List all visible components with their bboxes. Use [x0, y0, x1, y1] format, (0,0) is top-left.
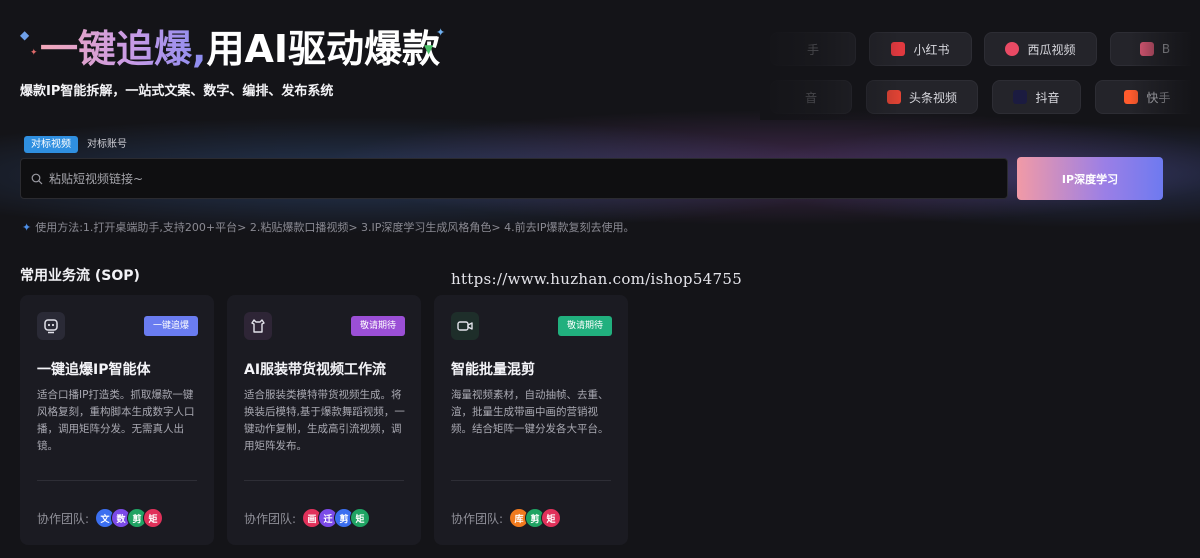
shirt-icon: [244, 312, 272, 340]
card-badge[interactable]: 敬请期待: [557, 316, 612, 336]
platform-label: 西瓜视频: [1027, 42, 1076, 57]
sparkle-icon: ✦: [22, 220, 32, 234]
hero-title-gradient: 一键追爆,: [40, 27, 207, 71]
tab-benchmark-video[interactable]: 对标视频: [24, 136, 78, 153]
team-label: 协作团队:: [244, 511, 297, 526]
team-row: 协作团队: 文 数 剪 矩: [37, 508, 164, 528]
platform-label: 头条视频: [908, 90, 957, 105]
platform-chip-xigua[interactable]: 西瓜视频: [984, 32, 1097, 66]
hero-title-white: 用AI驱动爆款: [206, 27, 440, 71]
platform-chip-douyin[interactable]: 抖音: [992, 80, 1081, 114]
card-divider: [37, 480, 197, 481]
ip-deep-learn-button[interactable]: IP深度学习: [1017, 157, 1163, 200]
badge-icon: ▼: [424, 42, 434, 56]
card-description: 适合服装类模特带货视频生成。将换装后模特,基于爆款舞蹈视频，一键动作复制，生成高…: [244, 389, 405, 452]
card-divider: [244, 480, 404, 481]
platform-fade-left: [760, 25, 900, 120]
sparkle-icon: ✦: [30, 48, 38, 58]
search-icon: [31, 173, 43, 184]
tag-icon: ◆: [20, 28, 30, 42]
team-label: 协作团队:: [37, 511, 90, 526]
team-label: 协作团队:: [451, 511, 504, 526]
card-title: 智能批量混剪: [451, 362, 535, 378]
team-row: 协作团队: 库 剪 矩: [451, 508, 562, 528]
team-row: 协作团队: 画 迁 剪 矩: [244, 508, 371, 528]
platform-label: 小红书: [913, 42, 950, 57]
team-avatar: 矩: [143, 508, 164, 528]
xigua-icon: [1005, 42, 1020, 56]
section-title: 常用业务流 (SOP): [20, 268, 140, 284]
platform-fade-right: [1130, 25, 1200, 120]
team-avatar: 矩: [541, 508, 562, 528]
search-box[interactable]: [20, 158, 1008, 199]
card-badge[interactable]: 敬请期待: [350, 316, 405, 336]
usage-hint: ✦ 使用方法:1.打开桌端助手,支持200+平台> 2.粘贴爆款口播视频> 3.…: [22, 219, 635, 235]
video-camera-icon: [451, 312, 479, 340]
card-title: AI服装带货视频工作流: [244, 362, 387, 378]
card-description: 适合口播IP打造类。抓取爆款一键风格复刻，重构脚本生成数字人口播，调用矩阵分发。…: [37, 389, 195, 452]
team-avatar: 矩: [350, 508, 371, 528]
tab-benchmark-account[interactable]: 对标账号: [80, 136, 134, 153]
link-input[interactable]: [49, 171, 949, 186]
card-description: 海量视频素材，自动抽帧、去重、渲，批量生成带画中画的营销视频。结合矩阵一键分发各…: [451, 389, 609, 435]
hero-subtitle: 爆款IP智能拆解，一站式文案、数字、编排、发布系统: [20, 84, 334, 99]
usage-text: 使用方法:1.打开桌端助手,支持200+平台> 2.粘贴爆款口播视频> 3.IP…: [35, 221, 635, 234]
card-badge[interactable]: 一键追爆: [143, 316, 198, 336]
sparkle-icon: ✦: [436, 26, 446, 39]
card-divider: [451, 480, 611, 481]
watermark-text: https://www.huzhan.com/ishop54755: [451, 270, 743, 288]
robot-icon: [37, 312, 65, 340]
hero-title: 一键追爆,用AI驱动爆款: [40, 18, 440, 73]
sop-card-ip-agent[interactable]: 一键追爆 一键追爆IP智能体 适合口播IP打造类。抓取爆款一键风格复刻，重构脚本…: [20, 295, 214, 545]
sop-card-batch-mix[interactable]: 敬请期待 智能批量混剪 海量视频素材，自动抽帧、去重、渲，批量生成带画中画的营销…: [434, 295, 628, 545]
platform-label: 抖音: [1035, 90, 1060, 105]
card-title: 一键追爆IP智能体: [37, 362, 151, 378]
douyin-icon: [1013, 90, 1028, 104]
sop-card-clothing-video[interactable]: 敬请期待 AI服装带货视频工作流 适合服装类模特带货视频生成。将换装后模特,基于…: [227, 295, 421, 545]
